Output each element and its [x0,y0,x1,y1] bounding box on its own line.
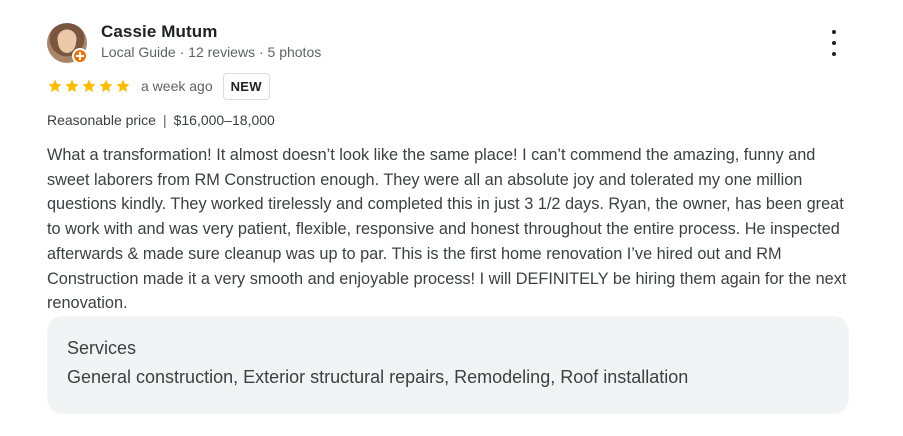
star-icon [99,79,113,92]
star-rating [47,78,131,94]
price-value: $16,000–18,000 [173,112,275,128]
star-icon [82,79,96,92]
review-time: a week ago [141,78,213,94]
price-label: Reasonable price [47,112,156,128]
local-guide-badge-icon [72,48,88,64]
star-icon [116,79,130,92]
services-card: Services General construction, Exterior … [47,316,849,414]
price-separator: | [162,112,167,128]
more-vert-icon[interactable] [822,30,846,56]
menu-dot [832,30,836,34]
star-icon [48,79,62,92]
review-text: What a transformation! It almost doesn’t… [47,146,847,313]
rating-row: a week ago NEW [47,72,270,100]
services-title: Services [67,338,137,358]
reviewer-name[interactable]: Cassie Mutum [101,22,217,42]
reviewer-meta[interactable]: Local Guide · 12 reviews · 5 photos [101,44,321,60]
avatar[interactable] [47,23,88,64]
menu-dot [832,52,836,56]
services-list: General construction, Exterior structura… [67,367,689,387]
price-info: Reasonable price | $16,000–18,000 [47,112,275,128]
menu-dot [832,41,836,45]
review-card: Cassie Mutum Local Guide · 12 reviews · … [0,0,903,436]
new-badge: NEW [222,72,270,100]
star-icon [65,79,79,92]
